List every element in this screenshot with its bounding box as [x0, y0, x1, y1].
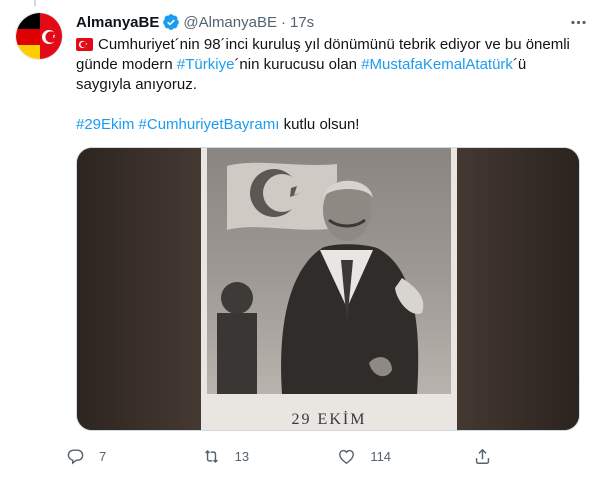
reply-count: 7	[99, 448, 107, 464]
avatar-flags-image	[16, 13, 62, 59]
retweet-button[interactable]: 13	[202, 447, 312, 466]
reply-icon	[67, 448, 84, 465]
tweet-media-image[interactable]: 29 EKİM	[76, 147, 580, 431]
like-count: 114	[370, 448, 392, 464]
hashtag-bayram-link[interactable]: #CumhuriyetBayramı	[139, 116, 280, 133]
retweet-count: 13	[234, 448, 250, 464]
reply-button[interactable]: 7	[66, 447, 176, 466]
tweet-text-segment: ´nin kurucusu olan	[234, 56, 362, 73]
turkey-flag-icon	[76, 38, 93, 51]
tweet-text: Cumhuriyet´nin 98´inci kuruluş yıl dönüm…	[76, 35, 581, 135]
verified-badge-icon	[163, 14, 180, 30]
tweet-timestamp[interactable]: 17s	[290, 14, 314, 31]
author-name[interactable]: AlmanyaBE	[76, 14, 159, 31]
author-handle[interactable]: @AlmanyaBE	[183, 14, 277, 31]
hashtag-ataturk-link[interactable]: #MustafaKemalAtatürk	[361, 56, 513, 73]
ellipsis-icon	[570, 20, 586, 24]
retweet-icon	[204, 449, 218, 463]
more-options-icon[interactable]	[564, 8, 592, 36]
tweet-header: AlmanyaBE @AlmanyaBE · 17s	[76, 12, 578, 32]
tweet-paragraph-1: Cumhuriyet´nin 98´inci kuruluş yıl dönüm…	[76, 35, 581, 95]
share-button[interactable]	[473, 447, 506, 466]
like-button[interactable]: 114	[337, 447, 447, 466]
media-caption: 29 EKİM	[292, 410, 367, 428]
ataturk-portrait-image: 29 EKİM	[77, 148, 579, 430]
hashtag-turkiye-link[interactable]: #Türkiye	[177, 56, 235, 73]
avatar[interactable]	[15, 12, 63, 60]
hashtag-29ekim-link[interactable]: #29Ekim	[76, 116, 134, 133]
thread-line	[34, 0, 36, 6]
tweet-paragraph-2: #29Ekim #CumhuriyetBayramı kutlu olsun!	[76, 115, 581, 135]
tweet-actions: 7 13 114	[66, 441, 506, 471]
tweet-text-segment: kutlu olsun!	[279, 116, 360, 133]
separator-dot: ·	[280, 13, 286, 31]
share-icon	[475, 448, 490, 464]
heart-icon	[339, 449, 355, 464]
